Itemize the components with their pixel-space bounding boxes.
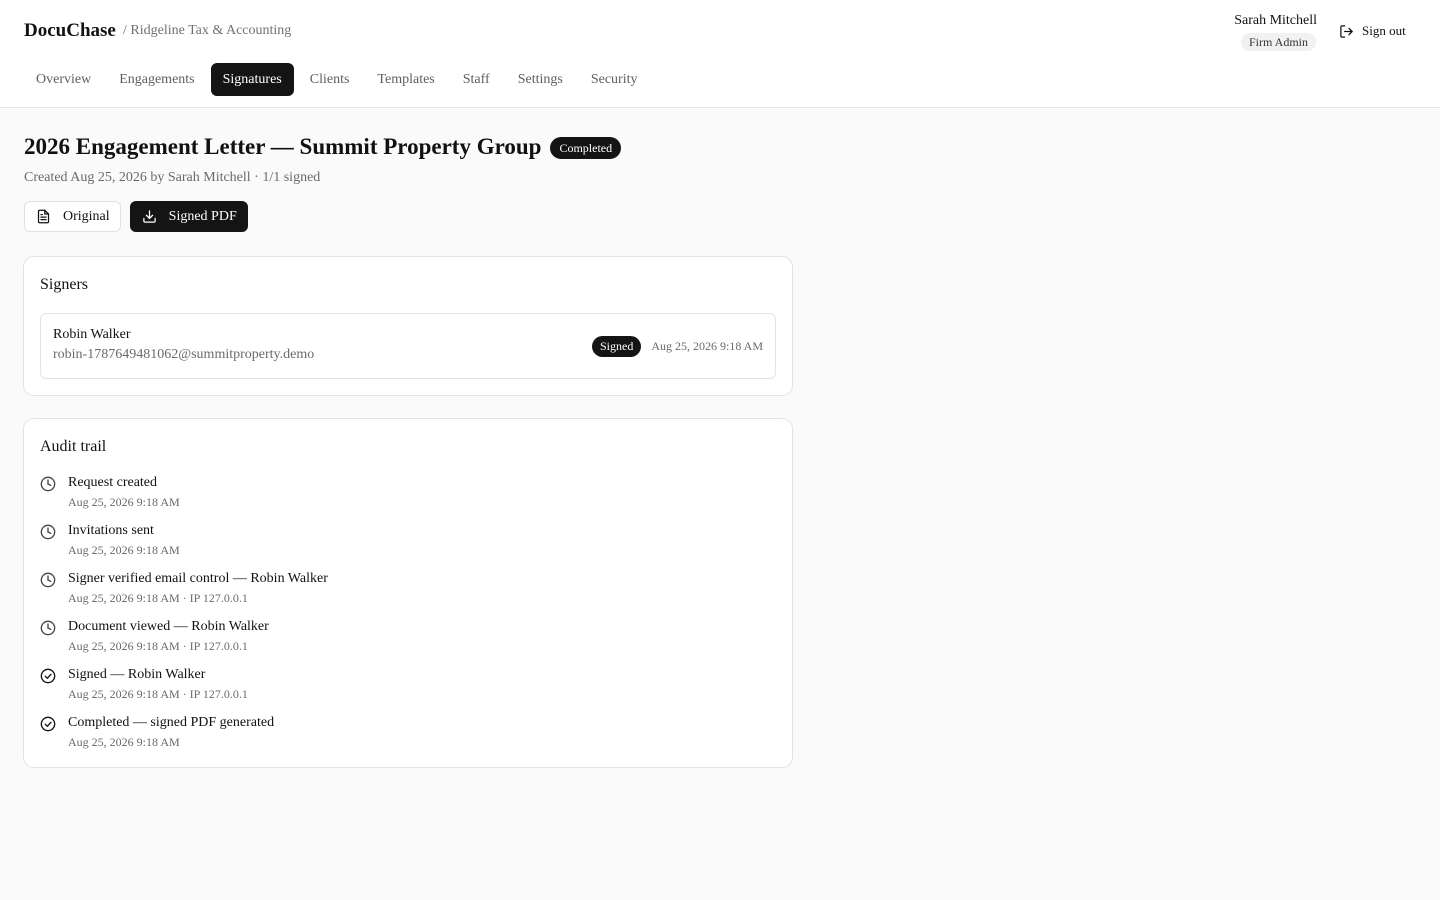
signer-name: Robin Walker	[53, 327, 131, 342]
audit-list: Request created Aug 25, 2026 9:18 AM Inv…	[40, 475, 780, 763]
top-bar: DocuChase / Ridgeline Tax & Accounting S…	[0, 0, 1440, 108]
original-button[interactable]: Original	[24, 201, 121, 232]
signer-status-badge: Signed	[592, 336, 642, 357]
clock-icon	[40, 620, 56, 636]
signed-pdf-button[interactable]: Signed PDF	[129, 201, 248, 232]
main-nav: Overview Engagements Signatures Clients …	[24, 63, 654, 96]
audit-item: Request created Aug 25, 2026 9:18 AM	[40, 475, 780, 523]
tab-security[interactable]: Security	[579, 63, 650, 96]
tab-templates[interactable]: Templates	[365, 63, 446, 96]
audit-item: Signer verified email control — Robin Wa…	[40, 571, 780, 619]
tab-clients[interactable]: Clients	[298, 63, 362, 96]
signer-email: robin-1787649481062@summitproperty.demo	[53, 347, 315, 362]
org-name: / Ridgeline Tax & Accounting	[123, 23, 292, 38]
check-circle-icon	[40, 716, 56, 732]
page-title: 2026 Engagement Letter — Summit Property…	[24, 134, 542, 159]
audit-detail: Aug 25, 2026 9:18 AM	[68, 735, 180, 749]
tab-engagements[interactable]: Engagements	[107, 63, 206, 96]
document-meta: Created Aug 25, 2026 by Sarah Mitchell ·…	[24, 170, 321, 185]
role-badge: Firm Admin	[1240, 33, 1316, 51]
original-label: Original	[63, 208, 110, 224]
sign-out-icon	[1340, 24, 1353, 38]
tab-settings[interactable]: Settings	[506, 63, 575, 96]
sign-out-button[interactable]: Sign out	[1339, 23, 1406, 39]
audit-detail: Aug 25, 2026 9:18 AM · IP 127.0.0.1	[68, 591, 248, 605]
signers-card: Signers Robin Walker robin-1787649481062…	[23, 256, 793, 396]
sign-out-label: Sign out	[1362, 23, 1406, 38]
audit-trail-title: Audit trail	[40, 438, 107, 455]
audit-item: Document viewed — Robin Walker Aug 25, 2…	[40, 619, 780, 667]
audit-trail-card: Audit trail Request created Aug 25, 2026…	[23, 418, 793, 768]
download-icon	[142, 210, 156, 223]
tab-overview[interactable]: Overview	[24, 63, 103, 96]
signer-signed-time: Aug 25, 2026 9:18 AM	[651, 339, 763, 353]
tab-staff[interactable]: Staff	[451, 63, 502, 96]
audit-item: Signed — Robin Walker Aug 25, 2026 9:18 …	[40, 667, 780, 715]
audit-item: Invitations sent Aug 25, 2026 9:18 AM	[40, 523, 780, 571]
audit-event: Document viewed — Robin Walker	[68, 619, 269, 634]
document-icon	[37, 209, 50, 224]
audit-event: Signer verified email control — Robin Wa…	[68, 571, 328, 586]
clock-icon	[40, 524, 56, 540]
page-title-row: 2026 Engagement Letter — Summit Property…	[24, 134, 622, 160]
clock-icon	[40, 476, 56, 492]
audit-event: Signed — Robin Walker	[68, 667, 206, 682]
user-name: Sarah Mitchell	[1234, 13, 1317, 28]
audit-detail: Aug 25, 2026 9:18 AM	[68, 495, 180, 509]
signers-title: Signers	[40, 276, 88, 293]
signer-row: Robin Walker robin-1787649481062@summitp…	[40, 313, 776, 379]
audit-event: Completed — signed PDF generated	[68, 715, 275, 730]
audit-detail: Aug 25, 2026 9:18 AM · IP 127.0.0.1	[68, 687, 248, 701]
document-actions: Original Signed PDF	[24, 201, 248, 232]
audit-event: Request created	[68, 475, 158, 490]
clock-icon	[40, 572, 56, 588]
tab-signatures[interactable]: Signatures	[210, 63, 294, 96]
check-circle-icon	[40, 668, 56, 684]
status-badge: Completed	[550, 137, 622, 159]
audit-item: Completed — signed PDF generated Aug 25,…	[40, 715, 780, 763]
audit-detail: Aug 25, 2026 9:18 AM · IP 127.0.0.1	[68, 639, 248, 653]
audit-event: Invitations sent	[68, 523, 154, 538]
brand-logo[interactable]: DocuChase	[24, 20, 116, 42]
signed-pdf-label: Signed PDF	[168, 208, 237, 224]
audit-detail: Aug 25, 2026 9:18 AM	[68, 543, 180, 557]
